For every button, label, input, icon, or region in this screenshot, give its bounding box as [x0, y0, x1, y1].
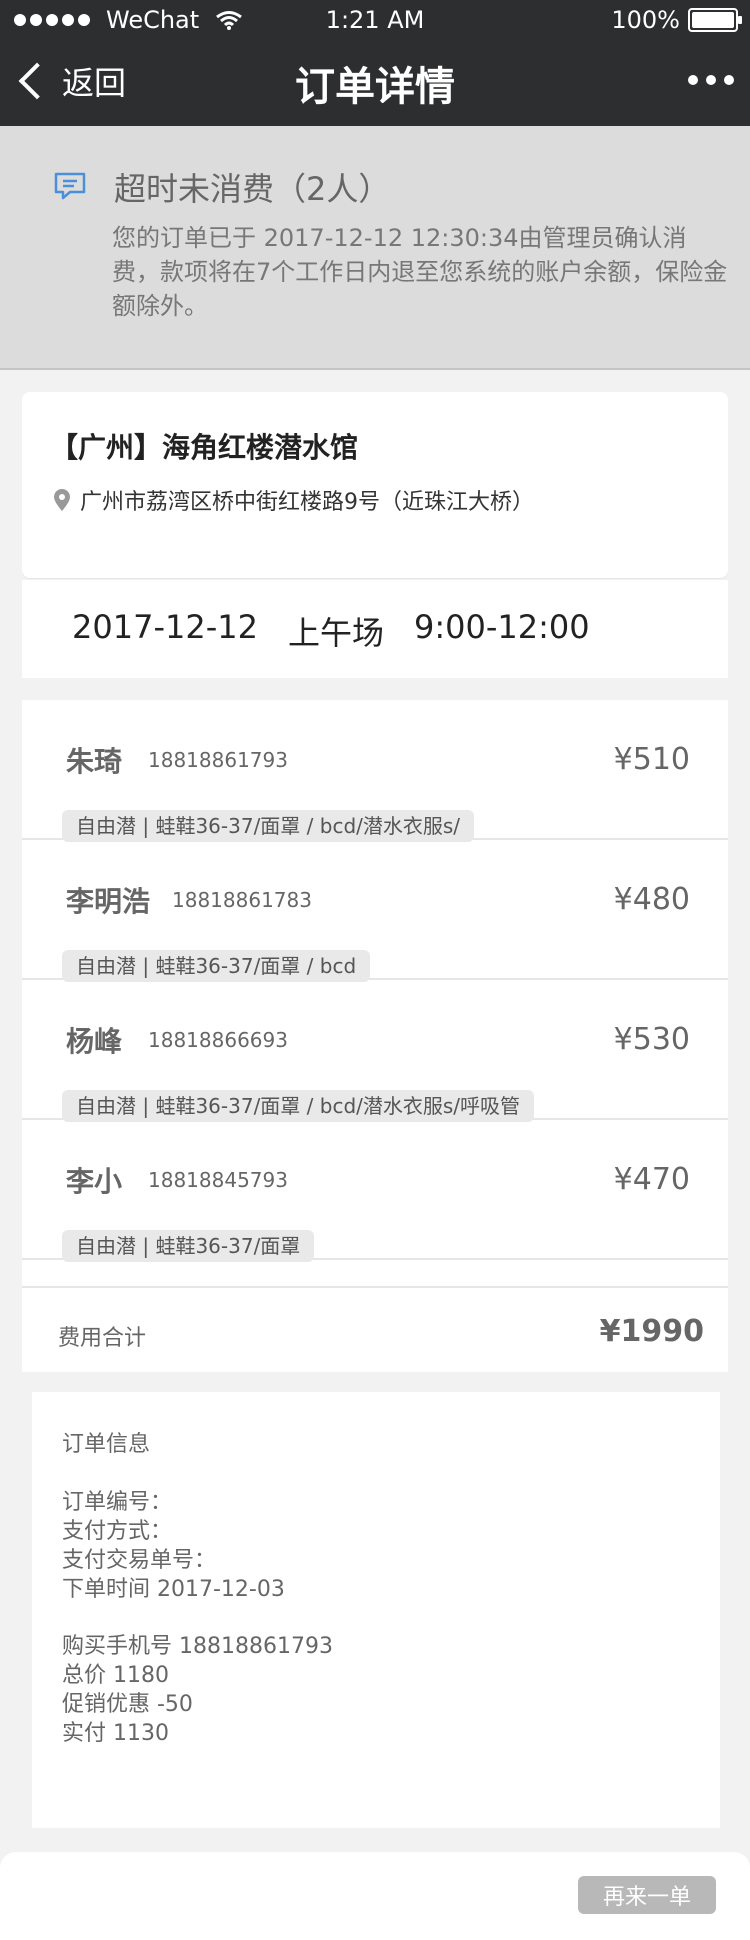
- session-info: 2017-12-12 上午场 9:00-12:00: [72, 608, 590, 654]
- more-button[interactable]: [688, 75, 734, 85]
- page: WeChat 1:21 AM 100% 返回 订单详情 超时未消费（2人） 您的…: [0, 0, 750, 1940]
- back-button[interactable]: 返回: [18, 58, 126, 104]
- participant-list: 朱琦 18818861793 ¥510 自由潜 | 蛙鞋36-37/面罩 / b…: [22, 700, 728, 1372]
- total-row: 费用合计 ¥1990: [22, 1286, 728, 1372]
- total-value: ¥1990: [599, 1314, 704, 1349]
- page-title: 订单详情: [295, 64, 455, 110]
- participant-phone: 18818845793: [148, 1168, 288, 1192]
- participant-phone: 18818861793: [148, 748, 288, 772]
- participant-row: 杨峰 18818866693 ¥530 自由潜 | 蛙鞋36-37/面罩 / b…: [22, 980, 728, 1122]
- more-dot: [724, 75, 734, 85]
- order-info-card: 订单信息 订单编号： 支付方式： 支付交易单号： 下单时间 2017-12-03…: [32, 1392, 720, 1828]
- participant-row: 李小 18818845793 ¥470 自由潜 | 蛙鞋36-37/面罩: [22, 1120, 728, 1262]
- back-label: 返回: [62, 64, 127, 102]
- status-notice: 超时未消费（2人） 您的订单已于 2017-12-12 12:30:34由管理员…: [0, 126, 750, 370]
- session-slot: 上午场: [287, 614, 384, 652]
- participant-items: 自由潜 | 蛙鞋36-37/面罩 / bcd/潜水衣服s/呼吸管: [62, 1090, 535, 1122]
- buyer-phone: 购买手机号 18818861793: [62, 1634, 333, 1659]
- venue-address-text: 广州市荔湾区桥中街红楼路9号（近珠江大桥）: [80, 490, 534, 515]
- more-dot: [688, 75, 698, 85]
- participant-name: 李明浩: [66, 885, 151, 918]
- paid-amount: 实付 1130: [62, 1721, 169, 1746]
- discount: 促销优惠 -50: [62, 1692, 193, 1717]
- order-number: 订单编号：: [62, 1490, 173, 1515]
- total-price: 总价 1180: [62, 1663, 169, 1688]
- order-info-title: 订单信息: [62, 1432, 151, 1457]
- bottom-bar: 再来一单: [0, 1852, 750, 1940]
- participant-name: 李小: [66, 1165, 123, 1198]
- battery-icon: [688, 8, 742, 32]
- status-bar: WeChat 1:21 AM 100%: [0, 0, 750, 40]
- chevron-left-icon: [18, 62, 56, 100]
- participant-name: 朱琦: [66, 745, 123, 778]
- participant-items: 自由潜 | 蛙鞋36-37/面罩: [62, 1230, 315, 1262]
- payment-transaction-number: 支付交易单号：: [62, 1548, 217, 1573]
- participant-items: 自由潜 | 蛙鞋36-37/面罩 / bcd/潜水衣服s/: [62, 810, 475, 842]
- participant-phone: 18818866693: [148, 1028, 288, 1052]
- participant-name: 杨峰: [66, 1025, 123, 1058]
- participant-price: ¥530: [613, 1022, 690, 1057]
- notice-title: 超时未消费（2人）: [114, 170, 391, 208]
- venue-name: 【广州】海角红楼潜水馆: [50, 431, 359, 464]
- session-date: 2017-12-12: [72, 608, 258, 646]
- location-pin-icon: [54, 489, 70, 511]
- nav-bar: 返回 订单详情: [0, 40, 750, 126]
- participant-price: ¥510: [613, 742, 690, 777]
- participant-price: ¥480: [613, 882, 690, 917]
- payment-method: 支付方式：: [62, 1519, 173, 1544]
- battery-percent: 100%: [611, 6, 680, 34]
- session-card: 2017-12-12 上午场 9:00-12:00: [22, 580, 728, 678]
- reorder-button[interactable]: 再来一单: [578, 1876, 716, 1914]
- venue-card[interactable]: 【广州】海角红楼潜水馆 广州市荔湾区桥中街红楼路9号（近珠江大桥）: [22, 392, 728, 578]
- participant-price: ¥470: [613, 1162, 690, 1197]
- participant-items: 自由潜 | 蛙鞋36-37/面罩 / bcd: [62, 950, 371, 982]
- more-dot: [706, 75, 716, 85]
- participant-row: 朱琦 18818861793 ¥510 自由潜 | 蛙鞋36-37/面罩 / b…: [22, 700, 728, 842]
- session-time: 9:00-12:00: [413, 608, 590, 646]
- participant-row: 李明浩 18818861783 ¥480 自由潜 | 蛙鞋36-37/面罩 / …: [22, 840, 728, 982]
- order-time: 下单时间 2017-12-03: [62, 1577, 285, 1602]
- total-label: 费用合计: [58, 1326, 147, 1351]
- status-right: 100%: [611, 6, 742, 34]
- notice-message: 您的订单已于 2017-12-12 12:30:34由管理员确认消费，款项将在7…: [112, 224, 728, 320]
- venue-address: 广州市荔湾区桥中街红楼路9号（近珠江大桥）: [54, 484, 534, 516]
- participant-phone: 18818861783: [172, 888, 312, 912]
- message-icon: [54, 172, 86, 200]
